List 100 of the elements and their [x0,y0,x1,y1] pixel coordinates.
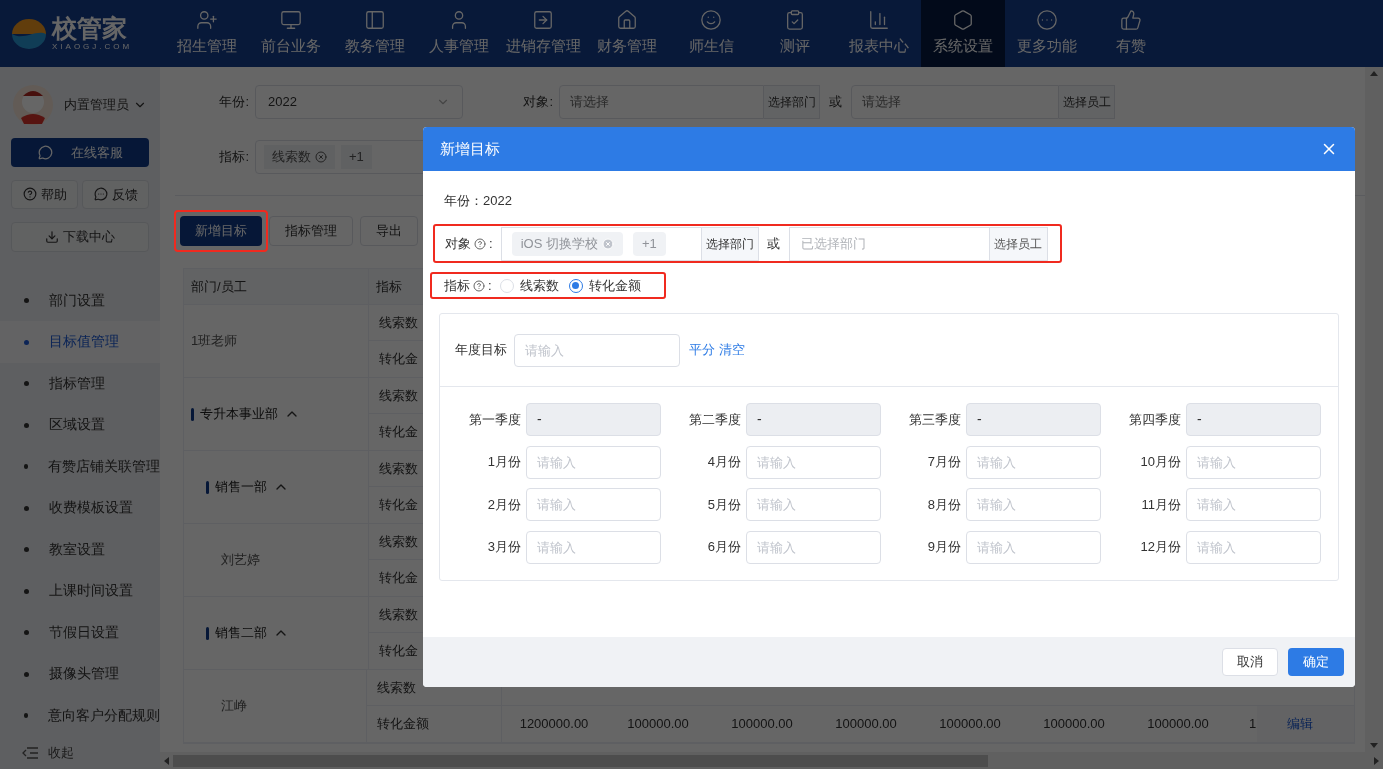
cancel-button[interactable]: 取消 [1222,648,1278,676]
tag: +1 [341,145,372,169]
nav-tab[interactable]: 系统设置 [921,0,1005,67]
colon-text: : [489,234,493,253]
quarter-input: - [526,403,661,436]
department-select[interactable]: iOS 切换学校 +1 [500,226,702,261]
year-text: 年份：2022 [443,193,513,209]
field-label: 8月份 [927,495,961,514]
brand-domain: XIAOGJ.COM [52,43,133,51]
brand-name: 校管家 [52,16,128,41]
download-button[interactable]: 下载中心 [11,221,149,252]
metric-cell: 转化金额 [367,706,502,742]
row-name: 1班老师 [191,332,238,351]
value-cell-text: 1200000.00 [518,715,590,734]
value-cell-text: 1 [1248,715,1257,734]
toolbar-button[interactable]: 导出 [360,216,418,246]
menu-item[interactable]: 指标管理 [0,362,160,405]
field-label: 9月份 [927,538,961,557]
menu-item[interactable]: 部门设置 [0,279,160,322]
help-icon [22,187,37,202]
radio-label[interactable]: 线索数 [519,275,559,296]
or-label: 或 [766,234,782,253]
row-name: 江峥 [221,697,247,716]
value-cell-text: 100000.00 [834,715,898,734]
help-icon[interactable] [474,237,486,250]
dialog-title: 新增目标 [440,138,500,159]
help-button[interactable]: 帮助 [11,179,78,209]
year-select[interactable]: 2022 [255,85,463,119]
tag: iOS 切换学校 [511,231,623,256]
select-department-button[interactable]: 选择部门 [764,85,820,119]
target-select[interactable]: 请选择 [559,85,764,119]
menu-item[interactable]: 有赞店铺关联管理 [0,445,160,488]
person-plus-icon [196,9,218,32]
value-cell-text: 100000.00 [938,715,1002,734]
smile-icon [700,9,722,32]
field-label: 5月份 [707,495,741,514]
field-label: 10月份 [1140,453,1181,472]
quarter-input: - [966,403,1101,436]
horizontal-scrollbar[interactable] [160,752,1383,769]
row-name: 专升本事业部 [200,405,278,424]
staff-select[interactable]: 已选择部门 [788,226,990,261]
menu-item[interactable]: 摄像头管理 [0,653,160,695]
arrow-box-icon [532,9,554,32]
remove-icon[interactable] [315,151,327,163]
toolbar-button[interactable]: 新增目标 [180,216,262,246]
toolbar-button[interactable]: 指标管理 [269,216,353,246]
field-label: 第三季度 [909,410,961,429]
field-label: 第四季度 [1129,410,1181,429]
select-staff-button[interactable]: 选择员工 [989,226,1048,261]
staff-select[interactable]: 请选择 [851,85,1059,119]
thumbs-up-icon [1120,9,1142,32]
scroll-down-icon[interactable] [1370,743,1378,748]
avatar [12,83,54,126]
select-staff-button[interactable]: 选择员工 [1059,85,1115,119]
group-marker [206,626,209,640]
bar-chart-icon [868,9,890,32]
scroll-up-icon[interactable] [1370,71,1378,76]
edit-link[interactable]: 编辑 [1287,714,1313,734]
menu-item[interactable]: 教室设置 [0,528,160,571]
help-icon[interactable] [473,279,485,292]
value-cell-text: 100000.00 [730,715,794,734]
confirm-button[interactable]: 确定 [1288,648,1344,676]
monitor-icon [280,9,302,32]
download-icon [45,229,59,244]
menu-item[interactable]: 节假日设置 [0,611,160,654]
menu-item[interactable]: 区域设置 [0,404,160,446]
annual-target-input[interactable]: 请输入 [514,333,680,367]
clipboard-check-icon [784,9,806,32]
field-label: 年份: [218,93,250,112]
field-label: 对象 [445,234,471,253]
scroll-right-icon[interactable] [1374,756,1379,765]
house-icon [616,9,638,32]
field-label: 12月份 [1140,538,1181,557]
column-header: 部门/员工 [184,269,369,304]
scroll-left-icon[interactable] [164,756,169,765]
action-link[interactable]: 平分 [689,340,715,360]
support-button[interactable]: 在线客服 [11,137,149,167]
user-name[interactable]: 内置管理员 [64,95,129,115]
field-label: 第二季度 [689,410,741,429]
colon-text: : [488,276,492,295]
field-label: 对象: [522,93,554,112]
value-cell-text: 100000.00 [1042,715,1106,734]
collapse-icon[interactable] [22,746,38,759]
select-department-button[interactable]: 选择部门 [701,226,759,261]
tag: +1 [632,231,666,256]
menu-item[interactable]: 意向客户分配规则 [0,694,160,737]
menu-item[interactable]: 收费模板设置 [0,487,160,529]
group-marker [206,480,209,494]
panel-icon [364,9,386,32]
action-link[interactable]: 清空 [719,340,745,360]
chat-icon [37,144,53,160]
field-label: 4月份 [707,453,741,472]
vertical-scrollbar[interactable] [1365,67,1383,752]
feedback-button[interactable]: 反馈 [82,179,149,209]
radio-label[interactable]: 转化金额 [588,275,641,296]
group-marker [191,407,194,421]
collapse-link[interactable]: 收起 [48,742,74,763]
menu-item[interactable]: 上课时间设置 [0,570,160,612]
menu-item[interactable]: 目标值管理 [0,321,160,363]
ellipsis-icon [1036,9,1058,32]
